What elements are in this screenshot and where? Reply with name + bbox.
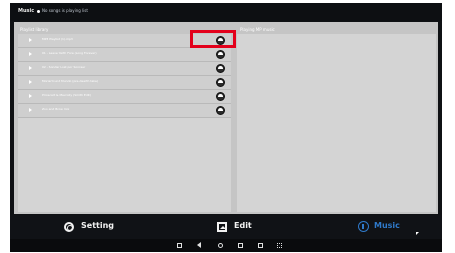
volume-up-icon[interactable] <box>258 243 263 248</box>
app-title: Music <box>18 8 35 14</box>
screenshot-icon[interactable] <box>277 243 282 248</box>
title-bar: Music No songs is playing list <box>10 3 442 21</box>
play-arrow-icon <box>29 94 32 98</box>
disc-icon[interactable] <box>216 64 225 73</box>
track-row[interactable]: Moriarti und Mundo (pre-dearth take) <box>18 76 231 90</box>
disc-icon[interactable] <box>216 50 225 59</box>
back-icon[interactable] <box>197 242 201 248</box>
music-note-icon <box>358 221 369 232</box>
mouse-cursor-icon <box>416 232 419 235</box>
disc-icon[interactable] <box>216 78 225 87</box>
play-arrow-icon <box>29 108 32 112</box>
system-nav-bar <box>10 239 442 252</box>
tab-music-label: Music <box>374 221 400 230</box>
play-arrow-icon <box>29 66 32 70</box>
track-row[interactable]: 02 - Sonder Lost por Sonraer <box>18 62 231 76</box>
tab-edit-label: Edit <box>234 221 252 230</box>
gear-icon <box>64 222 74 232</box>
bottom-tab-bar: Setting Edit Music <box>10 215 442 239</box>
recent-apps-icon[interactable] <box>238 243 243 248</box>
volume-down-icon[interactable] <box>177 243 182 248</box>
tab-music[interactable]: Music <box>351 215 442 239</box>
now-playing-text: No songs is playing list <box>42 8 88 13</box>
library-title: Playlist library <box>20 27 49 32</box>
content-area: Playlist library Playing MP music MP3 Pl… <box>14 22 438 214</box>
disc-icon[interactable] <box>216 92 225 101</box>
play-arrow-icon <box>29 52 32 56</box>
tab-setting-label: Setting <box>81 221 114 230</box>
now-playing-status: No songs is playing list <box>37 8 88 13</box>
now-playing-panel <box>237 34 436 212</box>
track-name: MP3 Playlist (1).mp3 <box>42 37 73 41</box>
play-arrow-icon <box>29 80 32 84</box>
status-dot-icon <box>37 9 40 13</box>
play-arrow-icon <box>29 38 32 42</box>
tab-edit[interactable]: Edit <box>207 215 347 239</box>
playing-title: Playing MP music <box>240 27 275 32</box>
track-name: Pricecart & Mavrolly (Smith Edit) <box>42 93 91 97</box>
disc-icon[interactable] <box>216 106 225 115</box>
highlight-annotation <box>190 30 236 48</box>
track-row[interactable]: Zoo and Brow mix <box>18 104 231 118</box>
track-name: 02 - Sonder Lost por Sonraer <box>42 65 86 69</box>
track-name: Zoo and Brow mix <box>42 107 70 111</box>
tab-setting[interactable]: Setting <box>50 215 190 239</box>
track-row[interactable]: Pricecart & Mavrolly (Smith Edit) <box>18 90 231 104</box>
track-name: 01 - Leave Yarth Fore (Long Forever) <box>42 51 97 55</box>
playlist-library-panel: MP3 Playlist (1).mp3 01 - Leave Yarth Fo… <box>18 34 231 212</box>
home-icon[interactable] <box>218 243 223 248</box>
image-icon <box>217 222 227 232</box>
track-name: Moriarti und Mundo (pre-dearth take) <box>42 79 98 83</box>
track-row[interactable]: 01 - Leave Yarth Fore (Long Forever) <box>18 48 231 62</box>
